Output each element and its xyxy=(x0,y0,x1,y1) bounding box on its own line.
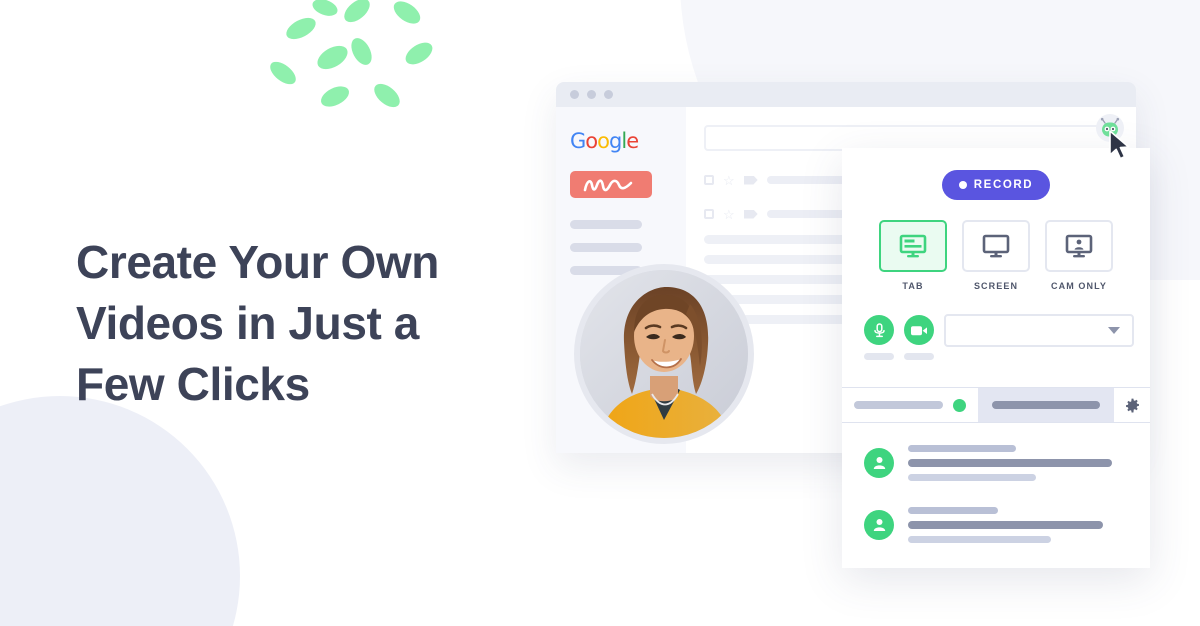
list-item-line-2 xyxy=(908,521,1103,529)
checkbox-icon[interactable] xyxy=(704,209,714,219)
sidebar-item-placeholder[interactable] xyxy=(570,243,642,252)
leaf-shape xyxy=(282,13,320,44)
toolbar-toggle-label-placeholder xyxy=(854,401,943,409)
webcam-presenter-thumbnail xyxy=(580,270,748,438)
leaf-shape xyxy=(401,38,437,69)
source-select[interactable] xyxy=(944,314,1134,347)
list-item-line-1 xyxy=(908,445,1016,452)
list-item-line-3 xyxy=(908,536,1052,543)
sidebar-item-placeholder[interactable] xyxy=(570,220,642,229)
list-item-line-2 xyxy=(908,459,1112,467)
capture-mode-screen-tile[interactable] xyxy=(962,220,1030,272)
list-item[interactable] xyxy=(842,445,1150,481)
panel-toolbar xyxy=(842,387,1150,423)
star-icon[interactable]: ☆ xyxy=(723,208,735,221)
webcam-bubble xyxy=(574,264,754,444)
device-controls xyxy=(842,291,1150,360)
bottom-left-round-blob xyxy=(70,479,126,531)
camera-control[interactable] xyxy=(904,315,934,360)
screen-recorder-panel: RECORD TAB SCREEN CAM ONLY xyxy=(842,148,1150,568)
microphone-label-placeholder xyxy=(864,353,894,360)
compose-button[interactable] xyxy=(570,171,652,198)
monitor-person-icon xyxy=(1065,234,1093,258)
chevron-down-icon xyxy=(1108,327,1120,334)
toolbar-secondary-label-placeholder xyxy=(992,401,1100,409)
bottom-left-pill-blob xyxy=(128,494,238,600)
google-logo: Google xyxy=(570,129,639,153)
toolbar-toggle[interactable] xyxy=(842,388,978,422)
list-item-line-1 xyxy=(908,507,998,514)
list-item-text xyxy=(908,445,1132,481)
leaf-shape xyxy=(347,34,376,69)
toolbar-secondary[interactable] xyxy=(978,388,1114,422)
toolbar-status-dot-icon xyxy=(953,398,966,412)
leaf-shape xyxy=(389,0,425,29)
list-item-text xyxy=(908,507,1132,543)
activity-list xyxy=(842,423,1150,543)
maximize-dot-icon xyxy=(604,90,613,99)
leaf-shape xyxy=(340,0,374,27)
capture-mode-cam-only-label: CAM ONLY xyxy=(1051,281,1107,291)
microphone-button[interactable] xyxy=(864,315,894,345)
user-avatar-icon xyxy=(864,448,894,478)
microphone-control[interactable] xyxy=(864,315,894,360)
settings-button[interactable] xyxy=(1114,388,1150,422)
mouse-pointer-icon xyxy=(1109,130,1130,160)
record-button[interactable]: RECORD xyxy=(942,170,1050,200)
record-button-label: RECORD xyxy=(973,179,1034,191)
monitor-icon xyxy=(982,234,1010,258)
capture-mode-group: TAB SCREEN CAM ONLY xyxy=(842,220,1150,291)
minimize-dot-icon xyxy=(587,90,596,99)
label-icon xyxy=(743,175,758,185)
record-dot-icon xyxy=(958,181,967,189)
leaf-shape xyxy=(266,57,300,89)
video-camera-icon xyxy=(911,325,927,335)
gear-icon xyxy=(1125,398,1139,412)
signature-squiggle-icon xyxy=(583,179,633,192)
close-dot-icon xyxy=(570,90,579,99)
leaf-shape xyxy=(370,79,404,112)
capture-mode-tab-tile[interactable] xyxy=(879,220,947,272)
leaf-shape xyxy=(310,0,340,19)
list-item-line-3 xyxy=(908,474,1036,481)
capture-mode-tab-label: TAB xyxy=(902,281,924,291)
label-icon xyxy=(743,209,758,219)
capture-mode-screen[interactable]: SCREEN xyxy=(962,220,1030,291)
list-item[interactable] xyxy=(842,507,1150,543)
checkbox-icon[interactable] xyxy=(704,175,714,185)
star-icon[interactable]: ☆ xyxy=(723,174,735,187)
leaf-shape xyxy=(317,82,353,111)
user-avatar-icon xyxy=(864,510,894,540)
browser-title-bar xyxy=(556,82,1136,107)
capture-mode-cam-only[interactable]: CAM ONLY xyxy=(1045,220,1113,291)
microphone-icon xyxy=(873,322,885,337)
capture-mode-tab[interactable]: TAB xyxy=(879,220,947,291)
browser-tab-icon xyxy=(899,234,927,258)
capture-mode-cam-only-tile[interactable] xyxy=(1045,220,1113,272)
camera-button[interactable] xyxy=(904,315,934,345)
page-title: Create Your Own Videos in Just a Few Cli… xyxy=(76,236,439,411)
bottom-left-circle-blob xyxy=(0,396,240,626)
leaf-shape xyxy=(313,41,352,74)
camera-label-placeholder xyxy=(904,353,934,360)
capture-mode-screen-label: SCREEN xyxy=(973,281,1019,291)
